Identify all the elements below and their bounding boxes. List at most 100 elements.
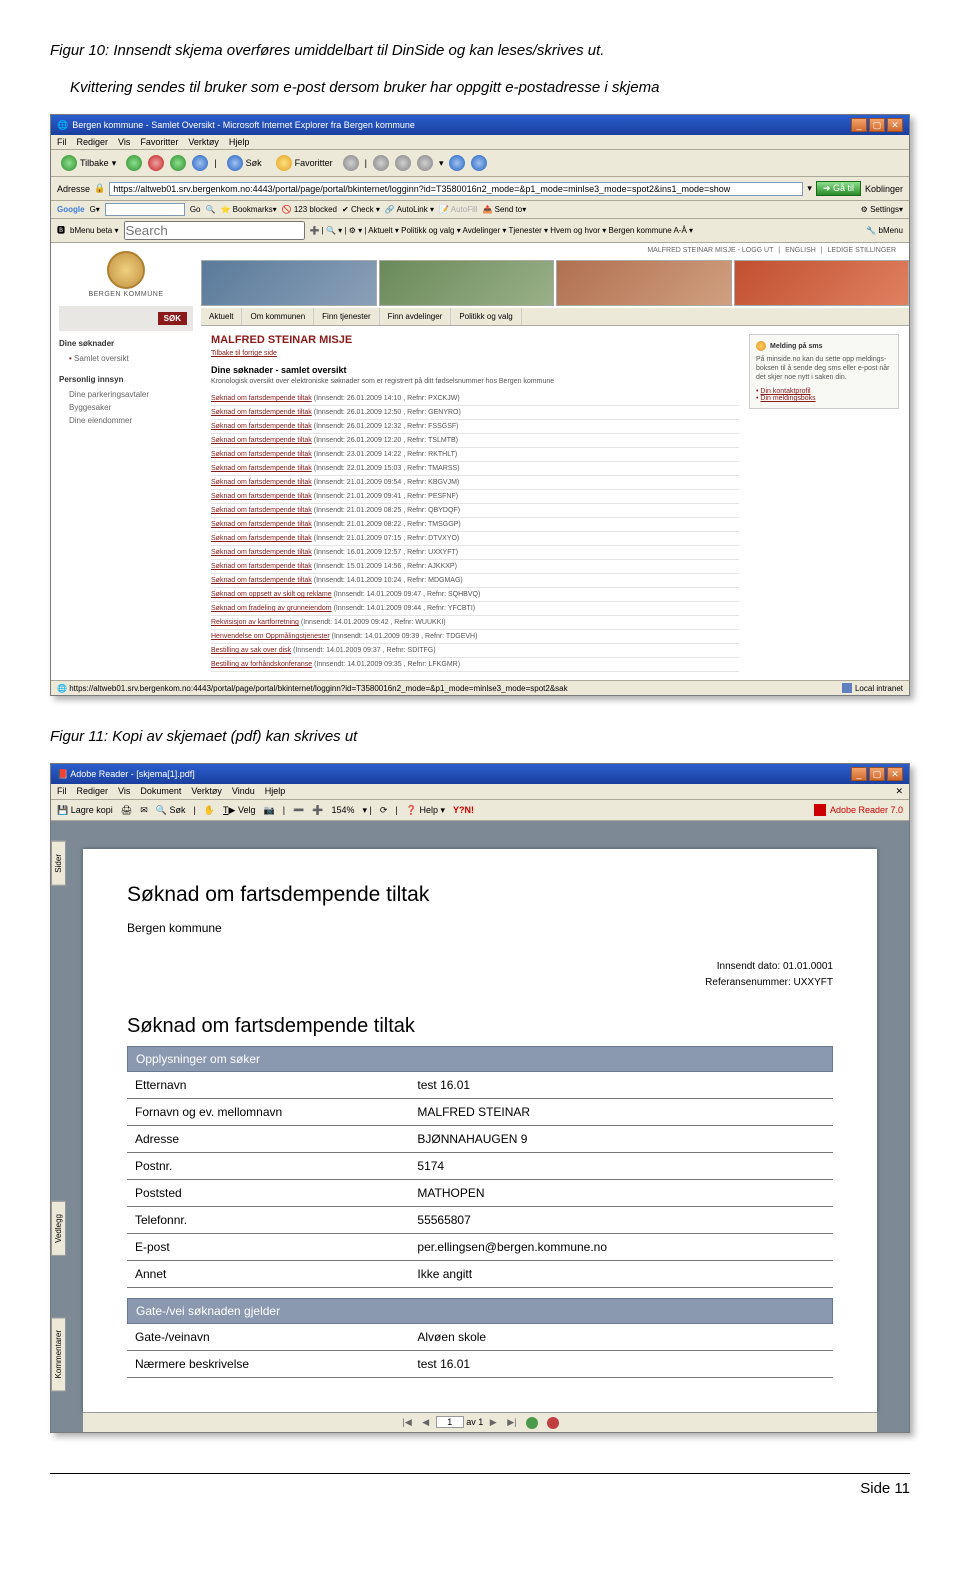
messenger-icon[interactable]	[449, 155, 465, 171]
tab-aktuelt[interactable]: Aktuelt	[201, 308, 242, 325]
tab-om-kommunen[interactable]: Om kommunen	[242, 308, 314, 325]
application-link[interactable]: Søknad om fartsdempende tiltak	[211, 521, 312, 528]
application-link[interactable]: Rekvisisjon av kartforretning	[211, 619, 299, 626]
select-tool-button[interactable]: T▶ Velg	[223, 805, 255, 816]
pdf-nav-first[interactable]: |◀	[403, 1417, 412, 1428]
application-link[interactable]: Søknad om fartsdempende tiltak	[211, 563, 312, 570]
menu-favoritter[interactable]: Favoritter	[140, 137, 178, 147]
application-link[interactable]: Søknad om fartsdempende tiltak	[211, 465, 312, 472]
zoom-in-button[interactable]: ➕	[312, 805, 323, 816]
edit-icon[interactable]	[417, 155, 433, 171]
search-button-pdf[interactable]: 🔍 Søk	[156, 805, 186, 816]
application-link[interactable]: Bestilling av sak over disk	[211, 647, 291, 654]
portal-search-button[interactable]: SØK	[158, 312, 187, 325]
portal-back-link[interactable]: Tilbake til forrige side	[211, 350, 739, 357]
pdf-viewport[interactable]: Sider Vedlegg Kommentarer Søknad om fart…	[51, 821, 909, 1432]
search-button[interactable]: Søk	[223, 154, 266, 172]
menu-verktoy[interactable]: Verktøy	[188, 137, 219, 147]
menu-hjelp[interactable]: Hjelp	[229, 137, 250, 147]
help-button-pdf[interactable]: ❓ Help ▾	[406, 805, 445, 816]
application-link[interactable]: Søknad om fartsdempende tiltak	[211, 395, 312, 402]
adobe-minimize-button[interactable]: _	[851, 767, 867, 781]
pdf-nav-circle-1[interactable]	[526, 1417, 538, 1429]
application-link[interactable]: Søknad om fartsdempende tiltak	[211, 409, 312, 416]
bmenu-search-input[interactable]	[124, 221, 305, 240]
adobe-menu-rediger[interactable]: Rediger	[77, 786, 109, 797]
favorites-button[interactable]: Favoritter	[272, 154, 337, 172]
snapshot-button[interactable]: 📷	[263, 805, 274, 816]
adobe-menu-dokument[interactable]: Dokument	[140, 786, 181, 797]
adobe-menu-vindu[interactable]: Vindu	[232, 786, 255, 797]
pdf-page-input[interactable]	[436, 1416, 464, 1428]
sms-link-kontaktprofil[interactable]: Din kontaktprofil	[760, 388, 810, 395]
yn-button[interactable]: Y?N!	[453, 805, 474, 815]
google-autolink[interactable]: 🔗 AutoLink ▾	[385, 205, 434, 214]
maximize-button[interactable]: ▢	[869, 118, 885, 132]
print-button[interactable]: 🖨	[121, 805, 132, 816]
bmenu-label[interactable]: bMenu beta ▾	[70, 226, 119, 235]
sms-link-meldingsboks[interactable]: Din meldingsboks	[760, 395, 815, 402]
mail-icon[interactable]	[373, 155, 389, 171]
close-button[interactable]: ✕	[887, 118, 903, 132]
bt-icon[interactable]	[471, 155, 487, 171]
application-link[interactable]: Søknad om fartsdempende tiltak	[211, 577, 312, 584]
application-link[interactable]: Søknad om fartsdempende tiltak	[211, 479, 312, 486]
bmenu-right[interactable]: 🔧 bMenu	[866, 226, 903, 235]
application-link[interactable]: Søknad om fartsdempende tiltak	[211, 549, 312, 556]
menu-vis[interactable]: Vis	[118, 137, 130, 147]
minimize-button[interactable]: _	[851, 118, 867, 132]
pdf-nav-prev[interactable]: ◀	[422, 1417, 429, 1428]
google-sendto[interactable]: 📤 Send to▾	[482, 205, 526, 214]
nav-item-eiendommer[interactable]: Dine eiendommer	[59, 414, 193, 427]
adobe-maximize-button[interactable]: ▢	[869, 767, 885, 781]
nav-item-parkering[interactable]: Dine parkeringsavtaler	[59, 388, 193, 401]
google-check[interactable]: ✔ Check ▾	[342, 205, 380, 214]
history-icon[interactable]	[343, 155, 359, 171]
zoom-value[interactable]: 154%	[331, 805, 354, 815]
back-button[interactable]: Tilbake ▾	[57, 154, 120, 172]
application-link[interactable]: Søknad om fartsdempende tiltak	[211, 493, 312, 500]
forward-icon[interactable]	[126, 155, 142, 171]
application-link[interactable]: Søknad om fartsdempende tiltak	[211, 507, 312, 514]
application-link[interactable]: Søknad om fradeling av grunneiendom	[211, 605, 332, 612]
go-button[interactable]: ➜ Gå til	[816, 181, 861, 196]
google-search-input[interactable]	[105, 203, 185, 216]
adobe-menu-fil[interactable]: Fil	[57, 786, 67, 797]
application-link[interactable]: Bestilling av forhåndskonferanse	[211, 661, 312, 668]
google-bookmarks[interactable]: ⭐ Bookmarks▾	[220, 205, 276, 214]
adobe-menu-hjelp[interactable]: Hjelp	[265, 786, 286, 797]
pdf-nav-circle-2[interactable]	[547, 1417, 559, 1429]
adobe-menu-verktoy[interactable]: Verktøy	[191, 786, 222, 797]
tab-finn-tjenester[interactable]: Finn tjenester	[314, 308, 379, 325]
address-input[interactable]	[109, 182, 803, 196]
toplink-english[interactable]: ENGLISH	[785, 247, 816, 254]
pdf-nav-last[interactable]: ▶|	[507, 1417, 516, 1428]
google-autofill[interactable]: 📝 AutoFill	[439, 205, 477, 214]
tab-finn-avdelinger[interactable]: Finn avdelinger	[380, 308, 452, 325]
pdf-tab-vedlegg[interactable]: Vedlegg	[51, 1201, 66, 1256]
stop-icon[interactable]	[148, 155, 164, 171]
application-link[interactable]: Søknad om fartsdempende tiltak	[211, 451, 312, 458]
email-button[interactable]: ✉	[140, 805, 148, 816]
menu-rediger[interactable]: Rediger	[77, 137, 109, 147]
zoom-out-button[interactable]: ➖	[293, 805, 304, 816]
pdf-nav-next[interactable]: ▶	[490, 1417, 497, 1428]
google-blocked[interactable]: 🚫 123 blocked	[282, 205, 337, 214]
application-link[interactable]: Søknad om fartsdempende tiltak	[211, 535, 312, 542]
google-settings[interactable]: ⚙ Settings▾	[861, 205, 903, 214]
hand-tool-button[interactable]: ✋	[204, 805, 215, 816]
nav-item-byggesaker[interactable]: Byggesaker	[59, 401, 193, 414]
home-icon[interactable]	[192, 155, 208, 171]
adobe-close-button[interactable]: ✕	[887, 767, 903, 781]
refresh-icon[interactable]	[170, 155, 186, 171]
print-icon[interactable]	[395, 155, 411, 171]
menu-fil[interactable]: Fil	[57, 137, 67, 147]
google-go[interactable]: Go	[190, 205, 201, 214]
bmenu-items[interactable]: ➕ | 🔍 ▾ | ⚙ ▾ | Aktuelt ▾ Politikk og va…	[310, 226, 694, 235]
pdf-tab-sider[interactable]: Sider	[51, 841, 66, 886]
rotate-button[interactable]: ⟳	[380, 805, 388, 816]
nav-samlet-oversikt[interactable]: Samlet oversikt	[59, 352, 193, 365]
toplink-ledige[interactable]: LEDIGE STILLINGER	[828, 247, 896, 254]
application-link[interactable]: Søknad om fartsdempende tiltak	[211, 423, 312, 430]
application-link[interactable]: Søknad om fartsdempende tiltak	[211, 437, 312, 444]
